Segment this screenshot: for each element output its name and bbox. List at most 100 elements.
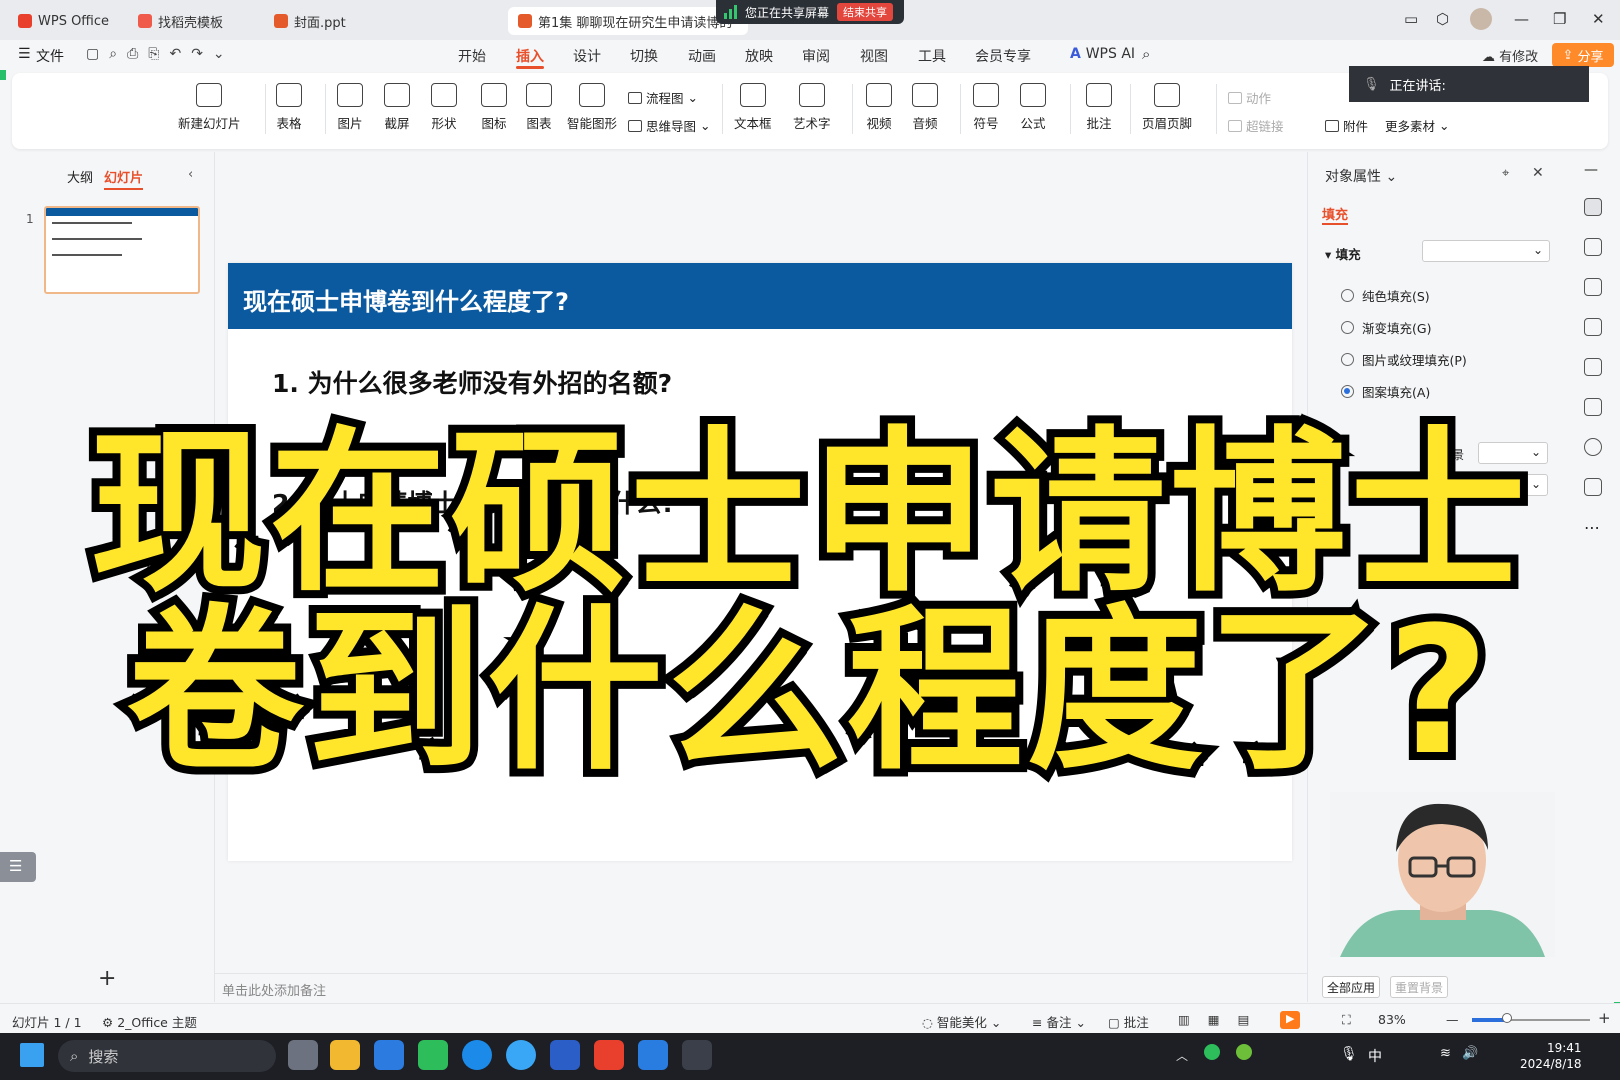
shape-button[interactable]: 形状 (431, 83, 457, 132)
tab-outline[interactable]: 大纲 (67, 167, 93, 186)
add-slide-icon[interactable]: + (98, 966, 116, 991)
pin-icon[interactable]: ⌖ (1502, 166, 1509, 181)
windows-start-icon[interactable] (20, 1043, 44, 1067)
tray-chevron-icon[interactable]: ︿ (1176, 1047, 1188, 1064)
video-button[interactable]: 视频 (866, 83, 892, 132)
attachment-button[interactable]: 附件 (1325, 116, 1368, 135)
header-footer-button[interactable]: 页眉页脚 (1142, 83, 1192, 132)
welink-icon[interactable] (374, 1040, 404, 1070)
radio-picture-fill[interactable]: 图片或纹理填充(P) (1341, 350, 1467, 369)
apply-all-button[interactable]: 全部应用 (1322, 976, 1380, 998)
tray-app-icon[interactable] (1236, 1044, 1252, 1060)
play-slideshow-button[interactable]: ▶ (1280, 1011, 1300, 1029)
textbox-button[interactable]: 文本框 (734, 83, 772, 132)
tray-wechat-icon[interactable] (1204, 1044, 1220, 1060)
audio-button[interactable]: 音频 (912, 83, 938, 132)
menu-tools[interactable]: 工具 (918, 46, 946, 66)
file-explorer-icon[interactable] (330, 1040, 360, 1070)
symbol-button[interactable]: 符号 (973, 83, 999, 132)
end-share-button[interactable]: 结束共享 (837, 3, 894, 21)
menu-animation[interactable]: 动画 (688, 46, 716, 66)
close-icon[interactable]: ✕ (1592, 10, 1605, 28)
avatar[interactable] (1470, 8, 1492, 30)
edge-icon[interactable] (462, 1040, 492, 1070)
properties-title[interactable]: 对象属性 ⌄ (1325, 166, 1397, 186)
more-material-button[interactable]: 更多素材 ⌄ (1385, 116, 1450, 135)
action-button[interactable]: 动作 (1228, 88, 1271, 107)
menu-transition[interactable]: 切换 (630, 46, 658, 66)
comment-button[interactable]: 批注 (1086, 83, 1112, 132)
cube-icon[interactable]: ⬡ (1436, 10, 1449, 28)
animation-icon[interactable] (1584, 318, 1602, 336)
wps-ai-menu[interactable]: A WPS AI (1070, 46, 1135, 62)
slide-thumbnail[interactable] (44, 206, 200, 294)
tab-episode[interactable]: 第1集 聊聊现在研究生申请读博的 (508, 7, 748, 35)
tab-fill[interactable]: 填充 (1322, 204, 1348, 223)
notes-placeholder[interactable]: 单击此处添加备注 (222, 980, 326, 999)
mindmap-button[interactable]: 思维导图 ⌄ (628, 116, 711, 135)
formula-button[interactable]: 公式 (1020, 83, 1046, 132)
menu-insert[interactable]: 插入 (516, 46, 544, 66)
menu-review[interactable]: 审阅 (802, 46, 830, 66)
chart-button[interactable]: 图表 (526, 83, 552, 132)
tab-slides[interactable]: 幻灯片 (104, 167, 144, 190)
tab-template[interactable]: 找稻壳模板 (128, 7, 260, 35)
notes-bar[interactable] (215, 973, 1307, 1003)
comments-button[interactable]: ▢ 批注 (1108, 1012, 1149, 1031)
ime-indicator[interactable]: 中 (1368, 1046, 1382, 1066)
fill-dropdown[interactable]: ⌄ (1422, 240, 1550, 262)
window-restore-icon[interactable]: ▭ (1404, 10, 1418, 28)
share-button[interactable]: ⇪ 分享 (1552, 43, 1614, 67)
outline-toggle-button[interactable]: ☰ (0, 852, 36, 882)
smart-shape-button[interactable]: 智能图形 (567, 83, 617, 132)
menu-design[interactable]: 设计 (573, 46, 601, 66)
hyperlink-button[interactable]: 超链接 (1228, 116, 1284, 135)
menu-home[interactable]: 开始 (458, 46, 486, 66)
properties-icon[interactable] (1584, 198, 1602, 216)
view-mode-icons[interactable]: ▥▦▤ (1178, 1012, 1267, 1027)
app-icon[interactable] (506, 1040, 536, 1070)
menu-slideshow[interactable]: 放映 (745, 46, 773, 66)
layers-icon[interactable] (1584, 278, 1602, 296)
meeting-icon[interactable] (638, 1040, 668, 1070)
word-icon[interactable] (550, 1040, 580, 1070)
reset-background-button[interactable]: 重置背景 (1390, 976, 1448, 998)
tool-icon[interactable] (682, 1040, 712, 1070)
picture-button[interactable]: 图片 (337, 83, 363, 132)
screenshot-button[interactable]: 截屏 (384, 83, 410, 132)
slide-title[interactable]: 现在硕士申博卷到什么程度了? (243, 282, 569, 317)
maximize-icon[interactable]: ❐ (1553, 10, 1566, 28)
wifi-icon[interactable]: ≋ (1440, 1046, 1451, 1061)
close-panel-icon[interactable]: ✕ (1532, 165, 1544, 181)
wps-taskbar-icon[interactable] (594, 1040, 624, 1070)
new-slide-button[interactable]: 新建幻灯片 (178, 83, 241, 132)
flowchart-button[interactable]: 流程图 ⌄ (628, 88, 698, 107)
zoom-level[interactable]: 83% (1378, 1012, 1406, 1027)
volume-icon[interactable]: 🔊 (1462, 1046, 1478, 1061)
radio-gradient-fill[interactable]: 渐变填充(G) (1341, 318, 1431, 337)
mic-icon[interactable]: 🎙 (1340, 1046, 1358, 1062)
fill-section-header[interactable]: ▾ 填充 (1325, 244, 1361, 263)
zoom-in-icon[interactable]: + (1598, 1009, 1611, 1027)
theme-name[interactable]: ⚙ 2_Office 主题 (102, 1012, 197, 1031)
tab-file-ppt[interactable]: 封面.ppt (264, 7, 504, 35)
menu-member[interactable]: 会员专享 (975, 46, 1031, 66)
wordart-button[interactable]: 艺术字 (793, 83, 831, 132)
icon-button[interactable]: 图标 (481, 83, 507, 132)
collapse-panel-icon[interactable]: ‹ (188, 167, 193, 182)
taskbar-clock[interactable]: 19:41 2024/8/18 (1520, 1040, 1582, 1072)
table-button[interactable]: 表格 (276, 83, 302, 132)
tab-wps-home[interactable]: WPS Office (8, 7, 120, 35)
file-menu[interactable]: 文件 (36, 46, 64, 66)
radio-solid-fill[interactable]: 纯色填充(S) (1341, 286, 1430, 305)
notes-button[interactable]: ≡ 备注 ⌄ (1032, 1012, 1086, 1031)
star-icon[interactable] (1584, 238, 1602, 256)
fit-window-icon[interactable]: ⛶ (1342, 1012, 1351, 1028)
taskbar-search[interactable]: ⌕ 搜索 (58, 1040, 276, 1072)
hamburger-icon[interactable]: ☰ (18, 46, 31, 62)
task-view-icon[interactable] (288, 1040, 318, 1070)
smart-beautify-button[interactable]: ◌ 智能美化 ⌄ (922, 1012, 1001, 1031)
search-icon[interactable]: ⌕ (1142, 45, 1150, 63)
quick-access-icons[interactable]: ▢⌕⎙⎘↶↷⌄ (86, 46, 235, 62)
menu-view[interactable]: 视图 (860, 46, 888, 66)
